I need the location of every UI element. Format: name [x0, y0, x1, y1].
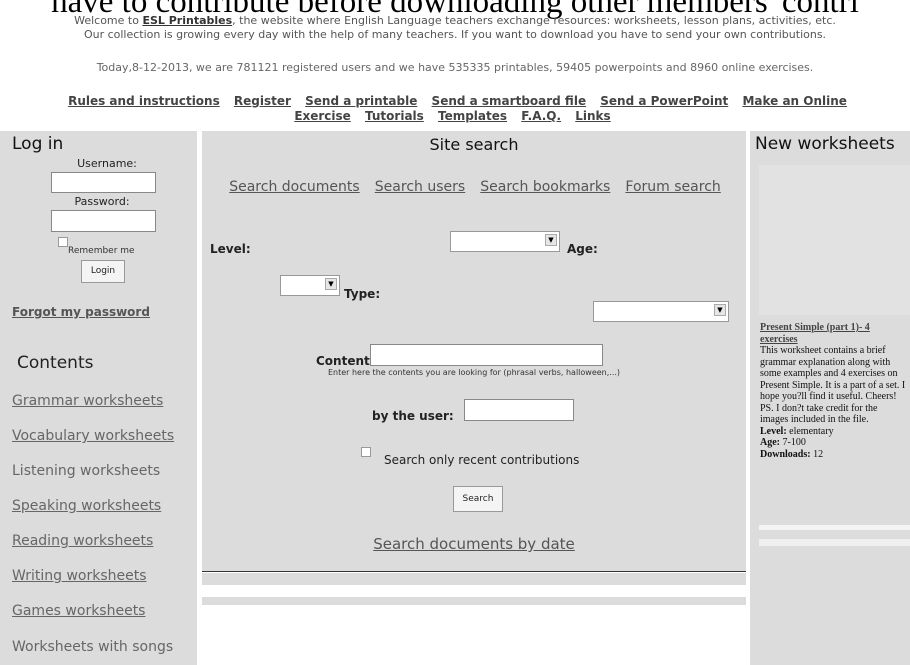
username-label: Username:: [77, 157, 137, 170]
search-button[interactable]: Search: [453, 486, 503, 512]
menu-worksheets-with-songs[interactable]: Worksheets with songs: [12, 639, 173, 655]
worksheet-description: This worksheet contains a brief grammar …: [760, 345, 906, 425]
level-label: Level:: [210, 242, 251, 256]
nav-links[interactable]: Links: [575, 109, 610, 123]
username-input[interactable]: [51, 172, 156, 193]
password-input[interactable]: [51, 210, 156, 232]
esl-printables-link[interactable]: ESL Printables: [142, 14, 232, 27]
password-label: Password:: [74, 195, 130, 208]
site-stats: Today,8-12-2013, we are 781121 registere…: [96, 61, 814, 74]
entry-separator: [759, 525, 910, 530]
tab-search-users[interactable]: Search users: [375, 179, 465, 195]
entry-separator-2: [759, 539, 910, 546]
menu-writing-worksheets[interactable]: Writing worksheets: [12, 568, 147, 584]
nav-register[interactable]: Register: [234, 94, 291, 108]
search-tabs: Search documents Search users Search boo…: [210, 176, 740, 197]
nav-faq[interactable]: F.A.Q.: [521, 109, 561, 123]
contents-title: Contents: [17, 353, 94, 373]
nav-send-printable[interactable]: Send a printable: [305, 94, 417, 108]
login-button[interactable]: Login: [81, 260, 125, 283]
tab-search-documents[interactable]: Search documents: [229, 179, 359, 195]
chevron-down-icon: ▼: [714, 304, 726, 316]
age-select[interactable]: ▼: [280, 275, 340, 296]
recent-only-checkbox[interactable]: [361, 447, 371, 457]
type-select[interactable]: ▼: [593, 301, 729, 322]
tab-forum-search[interactable]: Forum search: [625, 179, 720, 195]
level-select[interactable]: ▼: [450, 231, 560, 252]
main-nav: Rules and instructions Register Send a p…: [60, 94, 850, 124]
menu-speaking-worksheets[interactable]: Speaking worksheets: [12, 498, 161, 514]
contents-input[interactable]: [370, 344, 603, 366]
new-worksheets-panel: New worksheets Present Simple (part 1)- …: [750, 131, 910, 665]
worksheet-title-link[interactable]: Present Simple (part 1)- 4 exercises: [760, 322, 908, 345]
nav-templates[interactable]: Templates: [438, 109, 507, 123]
site-search-panel: Site search Search documents Search user…: [202, 131, 746, 572]
tab-search-bookmarks[interactable]: Search bookmarks: [480, 179, 610, 195]
worksheet-entry: Present Simple (part 1)- 4 exercises Thi…: [760, 322, 908, 460]
nav-send-powerpoint[interactable]: Send a PowerPoint: [600, 94, 728, 108]
type-label: Type:: [344, 287, 381, 301]
user-input[interactable]: [464, 399, 574, 421]
nav-rules[interactable]: Rules and instructions: [68, 94, 220, 108]
remember-me-checkbox[interactable]: [58, 237, 68, 247]
forgot-password-link[interactable]: Forgot my password: [12, 305, 150, 319]
worksheet-age: Age: 7-100: [760, 437, 806, 448]
intro-line-2: Our collection is growing every day with…: [83, 28, 827, 41]
left-sidebar: Log in Username: Password: Remember me L…: [0, 131, 197, 665]
divider: [202, 571, 746, 572]
worksheet-level: Level: elementary: [760, 425, 834, 437]
site-search-title: Site search: [429, 135, 519, 154]
chevron-down-icon: ▼: [325, 278, 337, 290]
nav-send-smartboard[interactable]: Send a smartboard file: [432, 94, 587, 108]
age-label: Age:: [567, 242, 598, 256]
contents-hint: Enter here the contents you are looking …: [327, 368, 621, 377]
menu-vocabulary-worksheets[interactable]: Vocabulary worksheets: [12, 428, 174, 444]
search-by-date-link[interactable]: Search documents by date: [202, 535, 746, 553]
menu-listening-worksheets[interactable]: Listening worksheets: [12, 463, 160, 479]
menu-games-worksheets[interactable]: Games worksheets: [12, 603, 145, 619]
center-strip-1: [202, 573, 746, 585]
worksheet-thumbnail[interactable]: [759, 165, 910, 315]
remember-me-label: Remember me: [68, 246, 135, 256]
worksheet-downloads: Downloads: 12: [760, 448, 824, 460]
login-title: Log in: [12, 134, 64, 154]
center-strip-2: [202, 597, 746, 605]
new-worksheets-title: New worksheets: [755, 134, 895, 154]
chevron-down-icon: ▼: [545, 234, 557, 246]
nav-tutorials[interactable]: Tutorials: [365, 109, 424, 123]
menu-reading-worksheets[interactable]: Reading worksheets: [12, 533, 153, 549]
recent-only-label: Search only recent contributions: [384, 453, 580, 467]
menu-grammar-worksheets[interactable]: Grammar worksheets: [12, 393, 163, 409]
user-label: by the user:: [372, 409, 454, 423]
intro-line-1: Welcome to ESL Printables, the website w…: [74, 14, 836, 27]
